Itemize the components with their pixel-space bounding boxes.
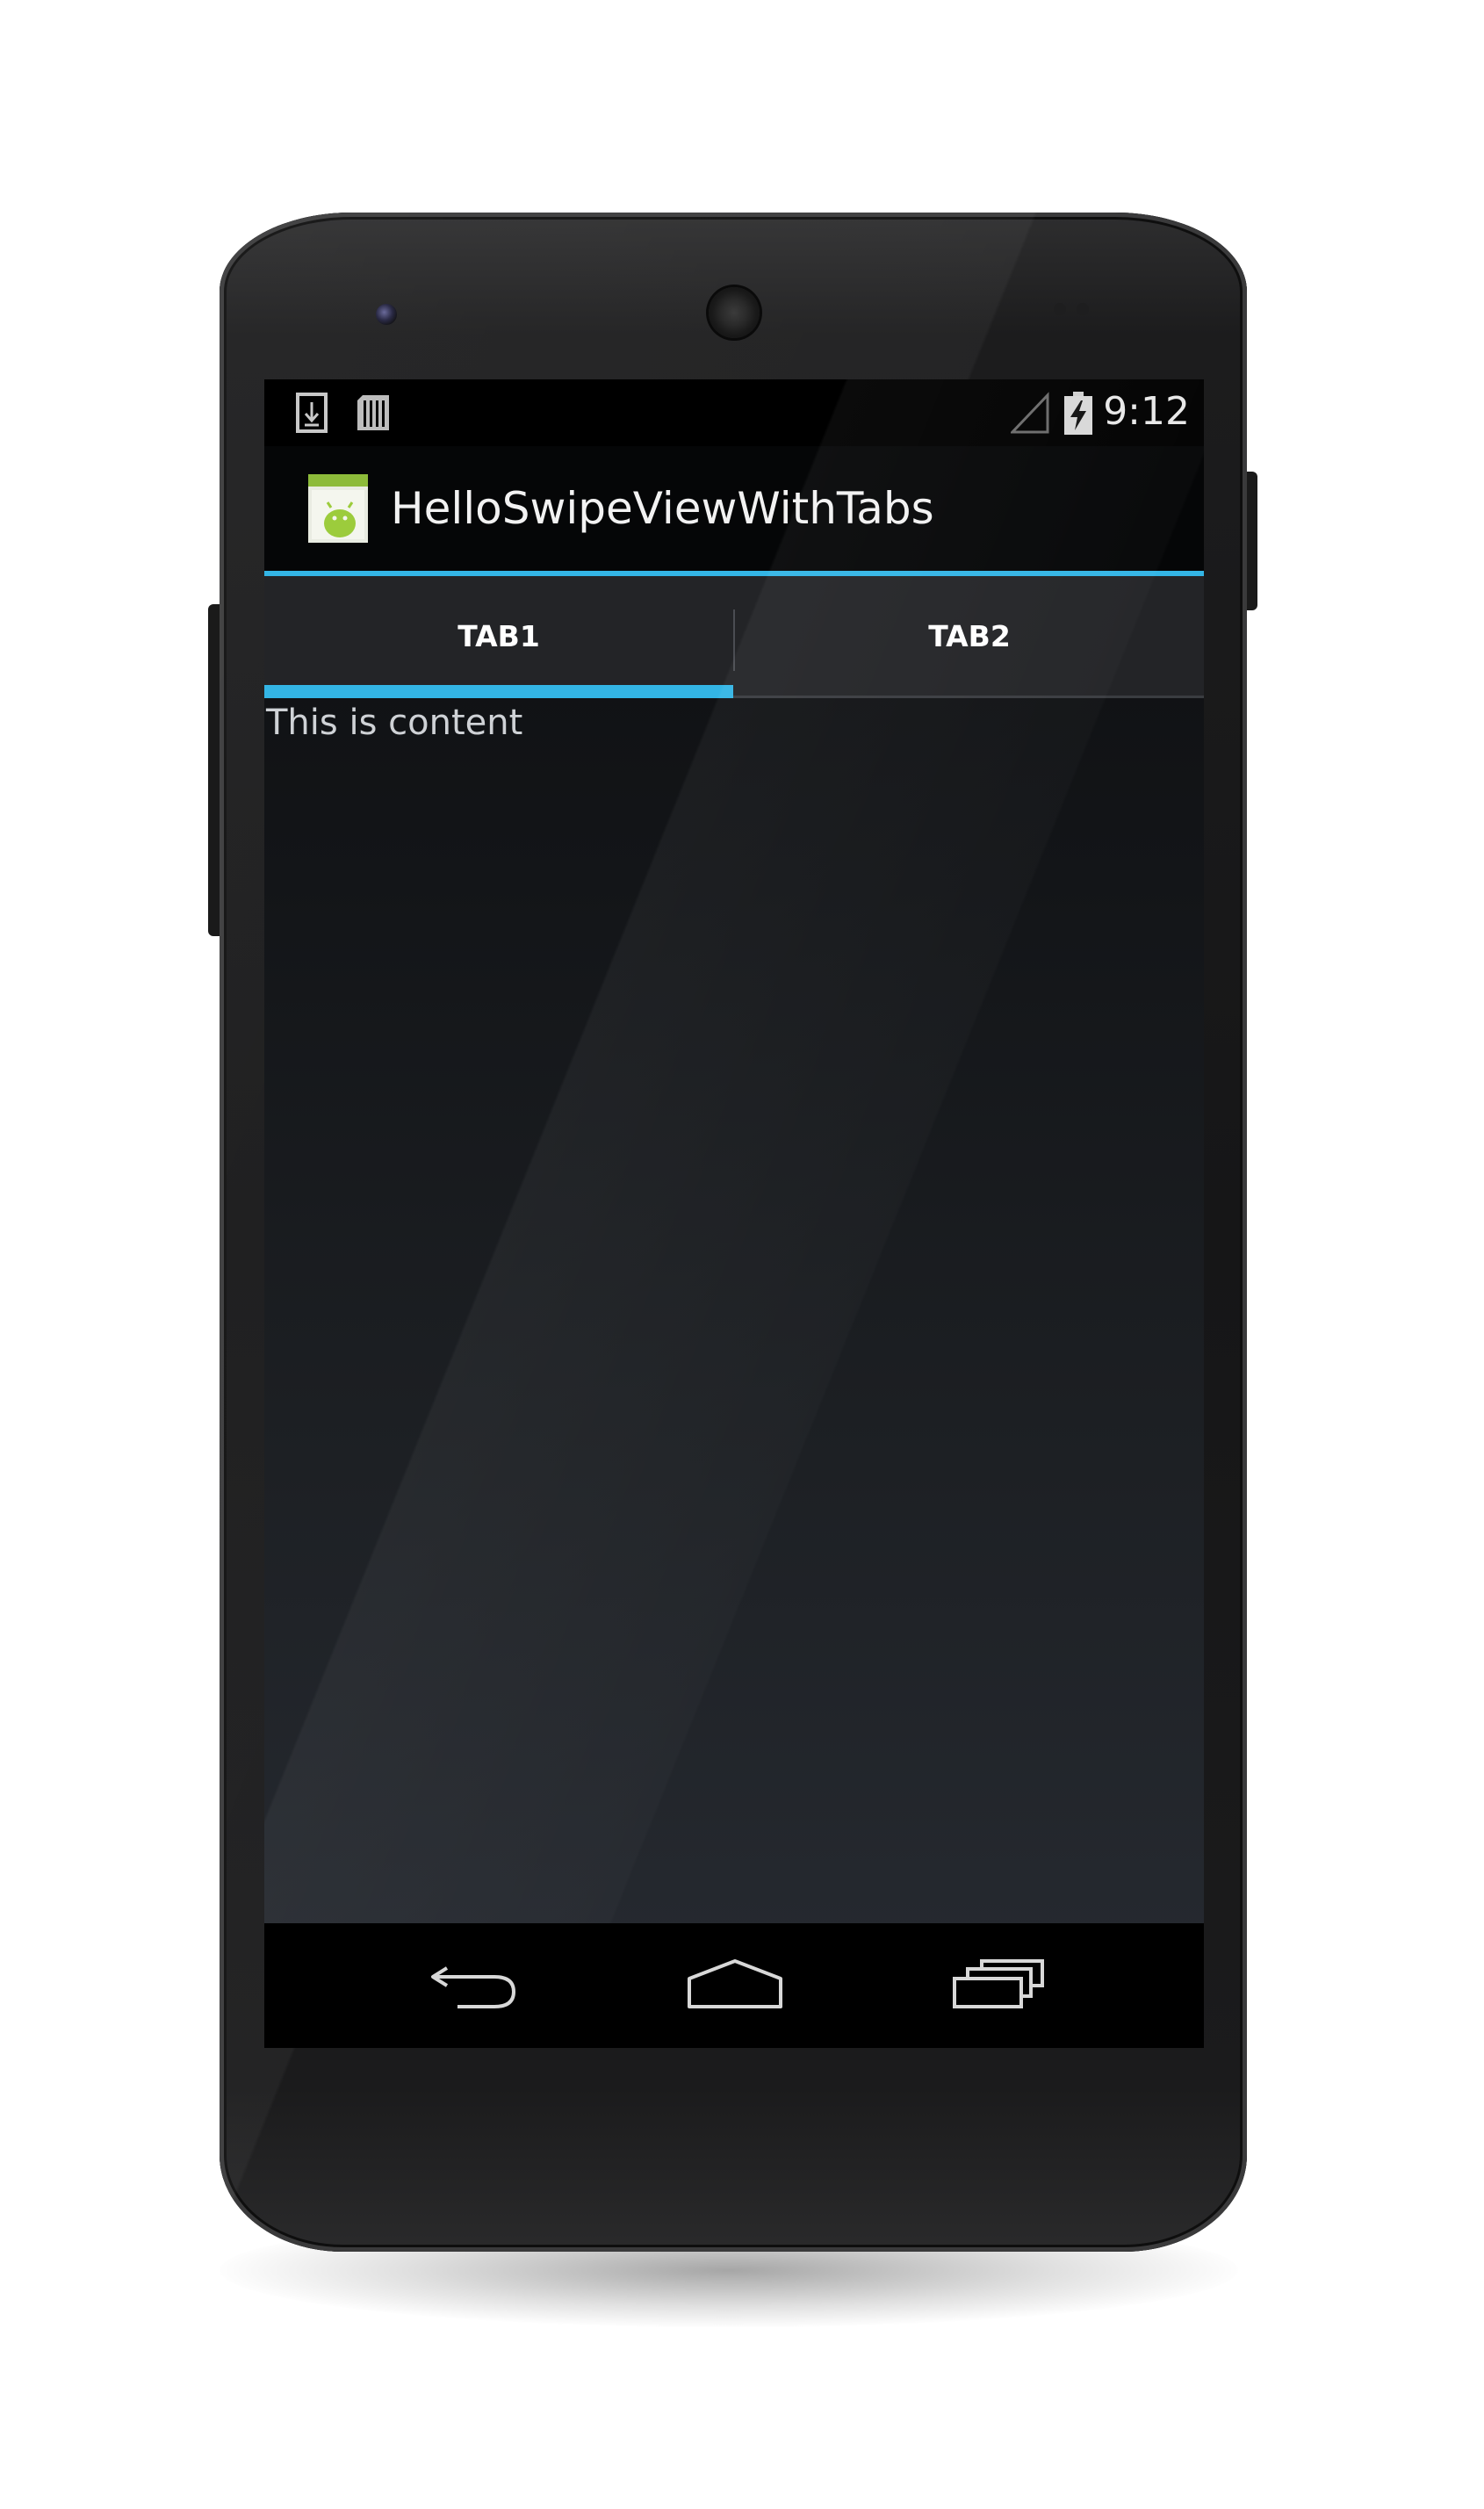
tab-bar: TAB1 TAB2 bbox=[264, 576, 1204, 698]
android-app-icon[interactable] bbox=[308, 474, 368, 543]
home-icon bbox=[687, 1957, 783, 2015]
signal-icon bbox=[1009, 392, 1049, 438]
action-bar: HelloSwipeViewWithTabs bbox=[264, 446, 1204, 576]
navigation-bar bbox=[264, 1923, 1204, 2048]
back-icon bbox=[428, 1957, 519, 2015]
tab-label: TAB1 bbox=[457, 618, 540, 653]
front-camera bbox=[376, 304, 397, 325]
light-sensor bbox=[1077, 303, 1089, 315]
content-text: This is content bbox=[266, 703, 523, 743]
recents-icon bbox=[952, 1957, 1045, 2015]
tab-tab1[interactable]: TAB1 bbox=[264, 576, 733, 696]
battery-charging-icon bbox=[1063, 392, 1093, 440]
screen: 9:12 HelloSwipeViewWithTabs TAB1 TAB2 Th… bbox=[264, 379, 1204, 2048]
download-notification-icon bbox=[296, 392, 328, 438]
earpiece-speaker bbox=[709, 287, 760, 338]
selected-tab-indicator bbox=[264, 685, 733, 698]
recents-button[interactable] bbox=[937, 1948, 1060, 2023]
proximity-sensor bbox=[1054, 303, 1066, 315]
sim-card-icon bbox=[356, 392, 391, 438]
status-clock: 9:12 bbox=[1103, 389, 1190, 434]
status-bar: 9:12 bbox=[264, 379, 1204, 446]
home-button[interactable] bbox=[674, 1948, 796, 2023]
back-button[interactable] bbox=[412, 1948, 535, 2023]
tab-label: TAB2 bbox=[928, 618, 1011, 653]
app-title: HelloSwipeViewWithTabs bbox=[391, 483, 934, 534]
tab-tab2[interactable]: TAB2 bbox=[735, 576, 1204, 696]
